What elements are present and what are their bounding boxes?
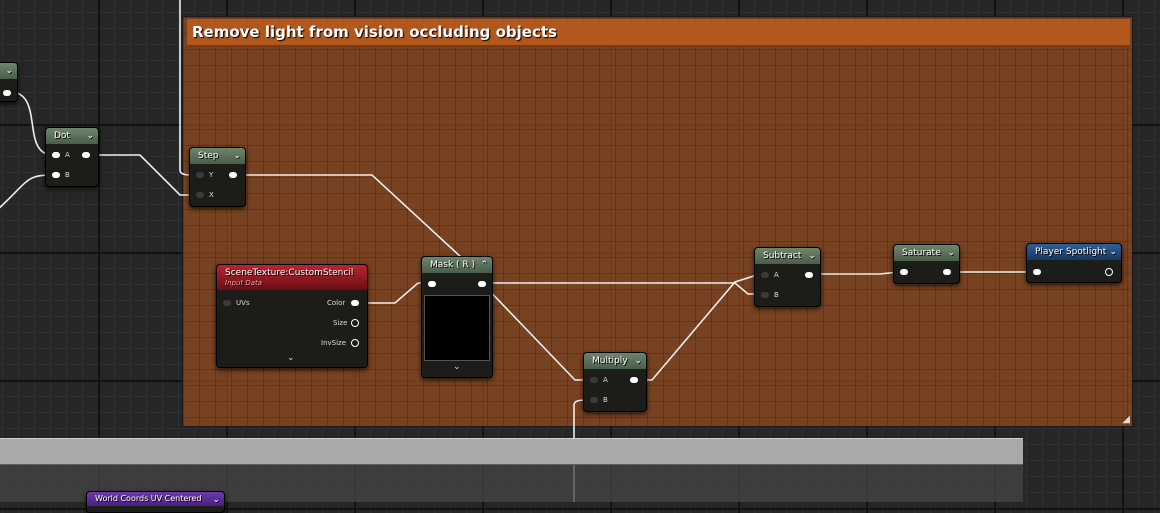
chevron-down-icon[interactable]: ⌄ xyxy=(212,492,220,508)
chevron-down-icon[interactable]: ⌄ xyxy=(287,353,295,363)
wire-subtract-to-saturate xyxy=(810,271,899,275)
dot-node-header[interactable]: Dot ⌄ xyxy=(46,128,98,144)
saturate-input-pin[interactable] xyxy=(900,269,908,275)
dot-input-b-pin[interactable] xyxy=(52,172,60,178)
material-graph-canvas[interactable]: Remove light from vision occluding objec… xyxy=(0,0,1160,513)
wires-layer xyxy=(0,0,1034,502)
dot-input-b-label: B xyxy=(65,171,70,179)
step-node-header[interactable]: Step ⌄ xyxy=(190,148,245,164)
chevron-up-icon[interactable]: ⌃ xyxy=(480,257,488,273)
scene-texture-node-header[interactable]: SceneTexture:CustomStencil Input Data xyxy=(217,265,367,290)
multiply-node[interactable]: Multiply ⌄ A B xyxy=(583,352,647,412)
chevron-down-icon[interactable]: ⌄ xyxy=(86,128,94,144)
scene-texture-node-title: SceneTexture:CustomStencil xyxy=(225,268,354,278)
saturate-node-title: Saturate xyxy=(902,248,941,258)
mask-node-header[interactable]: Mask ( R ) ⌃ xyxy=(422,257,492,273)
uvs-input-pin[interactable] xyxy=(223,300,231,306)
dot-input-a-pin[interactable] xyxy=(52,152,60,158)
chevron-down-icon[interactable]: ⌄ xyxy=(453,362,461,372)
partial-node-left[interactable]: ⌄ xyxy=(0,62,18,102)
color-output-label: Color xyxy=(327,299,346,307)
wire-multiply-to-subtract-b xyxy=(636,273,761,381)
multiply-node-title: Multiply xyxy=(592,356,628,366)
saturate-node[interactable]: Saturate ⌄ xyxy=(893,244,960,284)
world-coords-node[interactable]: World Coords UV Centered ⌄ xyxy=(86,491,225,513)
multiply-input-a-pin[interactable] xyxy=(590,377,598,383)
invsize-output-pin[interactable] xyxy=(351,339,359,347)
step-input-y-label: Y xyxy=(209,171,214,179)
mask-node[interactable]: Mask ( R ) ⌃ ⌄ xyxy=(421,256,493,378)
chevron-down-icon[interactable]: ⌄ xyxy=(634,353,642,369)
wire-mask-to-multiply-a xyxy=(481,282,592,381)
output-pin[interactable] xyxy=(3,90,11,96)
chevron-down-icon[interactable]: ⌄ xyxy=(947,245,955,261)
multiply-input-b-label: B xyxy=(603,396,608,404)
saturate-output-pin[interactable] xyxy=(943,269,951,275)
wire-dot-to-step-x xyxy=(88,154,198,196)
invsize-output-label: InvSize xyxy=(321,339,347,347)
size-output-label: Size xyxy=(333,319,348,327)
subtract-node-header[interactable]: Subtract ⌄ xyxy=(755,248,820,264)
mask-preview-thumbnail xyxy=(424,295,490,361)
step-node-title: Step xyxy=(198,151,219,161)
dot-node-title: Dot xyxy=(54,131,70,141)
lower-comment-bar[interactable] xyxy=(0,438,1023,465)
step-input-y-pin[interactable] xyxy=(196,172,204,178)
step-input-x-label: X xyxy=(209,191,214,199)
size-output-pin[interactable] xyxy=(351,319,359,327)
player-spotlight-node-title: Player Spotlight xyxy=(1035,247,1107,257)
chevron-down-icon[interactable]: ⌄ xyxy=(1109,244,1117,260)
subtract-input-b-pin[interactable] xyxy=(761,292,769,298)
multiply-output-pin[interactable] xyxy=(630,377,638,383)
step-output-pin[interactable] xyxy=(229,172,237,178)
dot-output-pin[interactable] xyxy=(82,152,90,158)
player-spotlight-input-pin[interactable] xyxy=(1033,269,1041,275)
subtract-input-a-pin[interactable] xyxy=(761,272,769,278)
multiply-input-b-pin[interactable] xyxy=(590,397,598,403)
mask-input-pin[interactable] xyxy=(428,281,436,287)
uvs-input-label: UVs xyxy=(236,299,250,307)
player-spotlight-node-header[interactable]: Player Spotlight ⌄ xyxy=(1027,244,1121,260)
step-node[interactable]: Step ⌄ Y X xyxy=(189,147,246,207)
dot-input-a-label: A xyxy=(65,151,70,159)
scene-texture-node[interactable]: SceneTexture:CustomStencil Input Data UV… xyxy=(216,264,368,368)
subtract-node-title: Subtract xyxy=(763,251,802,261)
subtract-input-b-label: B xyxy=(774,291,779,299)
saturate-node-header[interactable]: Saturate ⌄ xyxy=(894,245,959,261)
chevron-down-icon[interactable]: ⌄ xyxy=(5,63,13,79)
mask-node-title: Mask ( R ) xyxy=(430,260,476,270)
chevron-down-icon[interactable]: ⌄ xyxy=(808,248,816,264)
player-spotlight-output-pin[interactable] xyxy=(1105,268,1113,276)
color-output-pin[interactable] xyxy=(351,300,359,306)
multiply-input-a-label: A xyxy=(603,376,608,384)
partial-node-header: ⌄ xyxy=(0,63,17,79)
multiply-node-header[interactable]: Multiply ⌄ xyxy=(584,353,646,369)
step-input-x-pin[interactable] xyxy=(196,192,204,198)
scene-texture-node-subtitle: Input Data xyxy=(225,279,263,287)
chevron-down-icon[interactable]: ⌄ xyxy=(233,148,241,164)
dot-node[interactable]: Dot ⌄ A B xyxy=(45,127,99,187)
subtract-output-pin[interactable] xyxy=(805,272,813,278)
world-coords-node-header[interactable]: World Coords UV Centered ⌄ xyxy=(87,492,224,506)
wire-step-to-mask xyxy=(236,174,463,259)
subtract-input-a-label: A xyxy=(774,271,779,279)
subtract-node[interactable]: Subtract ⌄ A B xyxy=(754,247,821,307)
player-spotlight-node[interactable]: Player Spotlight ⌄ xyxy=(1026,243,1122,283)
wire-mask-to-subtract-a xyxy=(482,282,760,295)
mask-output-pin[interactable] xyxy=(478,281,486,287)
